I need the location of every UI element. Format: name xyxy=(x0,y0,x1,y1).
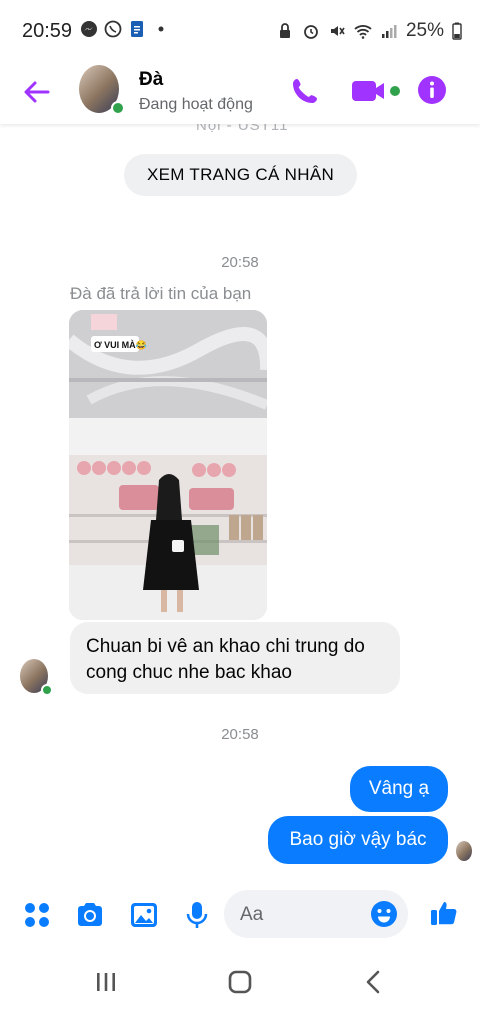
nav-back-icon[interactable] xyxy=(360,968,388,996)
online-indicator xyxy=(111,101,125,115)
outgoing-message-bubble[interactable]: Bao giờ vậy bác xyxy=(268,816,448,864)
view-profile-button[interactable]: XEM TRANG CÁ NHÂN xyxy=(124,154,357,196)
recent-apps-icon[interactable] xyxy=(92,968,120,996)
gallery-icon[interactable] xyxy=(128,899,160,931)
message-input-placeholder: Aa xyxy=(240,904,264,925)
microphone-icon[interactable] xyxy=(181,899,213,931)
seen-receipt-avatar xyxy=(456,841,472,861)
more-notifications-dot-icon xyxy=(158,26,164,32)
doc-notification-icon xyxy=(131,21,143,37)
phone-call-icon[interactable] xyxy=(290,76,320,106)
incoming-message-bubble[interactable]: Chuan bi vê an khao chi trung do cong ch… xyxy=(70,622,400,694)
wifi-icon xyxy=(354,25,372,39)
camera-icon[interactable] xyxy=(74,899,106,931)
status-time: 20:59 xyxy=(22,20,73,42)
video-caption: Ơ VUI MÀ😂 xyxy=(94,340,147,350)
video-call-icon[interactable] xyxy=(352,78,402,106)
back-arrow-icon[interactable] xyxy=(20,75,54,109)
info-icon[interactable] xyxy=(417,75,447,105)
status-right-icons: 25% xyxy=(276,20,462,42)
battery-level: 25% xyxy=(405,20,444,41)
sender-online-indicator xyxy=(41,684,53,696)
alarm-icon xyxy=(304,25,318,39)
system-navigation-bar xyxy=(0,950,480,1013)
video-message-thumbnail[interactable]: Ơ VUI MÀ😂 xyxy=(69,310,267,620)
reply-note: Đà đã trả lời tin của bạn xyxy=(70,284,252,303)
more-options-icon[interactable] xyxy=(21,899,53,931)
outgoing-message-bubble[interactable]: Vâng ạ xyxy=(350,766,448,812)
message-timestamp: 20:58 xyxy=(221,726,259,743)
video-preview: Ơ VUI MÀ😂 xyxy=(69,310,267,620)
signal-icon xyxy=(381,25,397,38)
contact-avatar[interactable] xyxy=(79,65,125,115)
message-composer: Aa xyxy=(0,885,480,945)
message-input[interactable]: Aa xyxy=(224,890,408,938)
message-timestamp: 20:58 xyxy=(221,254,259,271)
notification-icons xyxy=(80,20,170,38)
status-bar: 20:59 25% xyxy=(0,0,480,62)
emoji-icon[interactable] xyxy=(370,900,398,928)
home-icon[interactable] xyxy=(226,968,254,996)
lock-icon xyxy=(279,23,290,38)
chat-header: Đà Đang hoạt động xyxy=(0,62,480,124)
messenger-notification-icon xyxy=(81,21,97,37)
mute-icon xyxy=(330,26,345,36)
contact-status: Đang hoạt động xyxy=(139,96,253,113)
viber-notification-icon xyxy=(104,20,122,38)
thumbs-up-icon[interactable] xyxy=(428,897,460,929)
battery-icon xyxy=(452,22,462,40)
contact-name[interactable]: Đà xyxy=(139,69,163,91)
